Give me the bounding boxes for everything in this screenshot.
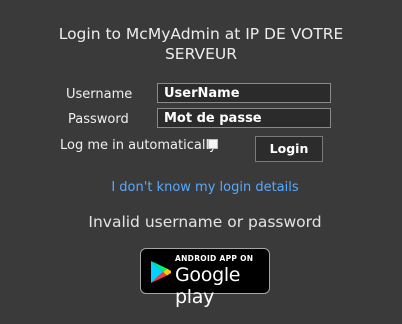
login-title: Login to McMyAdmin at IP DE VOTRE SERVEU…	[0, 24, 402, 64]
forgot-login-link[interactable]: I don't know my login details	[0, 180, 402, 195]
login-button[interactable]: Login	[255, 136, 323, 162]
google-play-icon	[151, 261, 171, 283]
login-title-line1: Login to McMyAdmin at IP DE VOTRE	[58, 25, 344, 43]
login-title-line2: SERVEUR	[164, 45, 238, 63]
remember-me-label: Log me in automatically	[60, 138, 217, 153]
badge-small-text: ANDROID APP ON	[175, 254, 254, 263]
error-message: Invalid username or password	[88, 213, 322, 231]
google-play-badge[interactable]: ANDROID APP ON Google play	[140, 248, 270, 308]
password-label: Password	[68, 112, 129, 127]
username-label: Username	[66, 87, 133, 102]
badge-big-text: Google play	[175, 264, 241, 308]
password-field[interactable]	[157, 108, 331, 128]
remember-me-checkbox[interactable]	[208, 139, 218, 149]
username-field[interactable]	[157, 83, 331, 103]
